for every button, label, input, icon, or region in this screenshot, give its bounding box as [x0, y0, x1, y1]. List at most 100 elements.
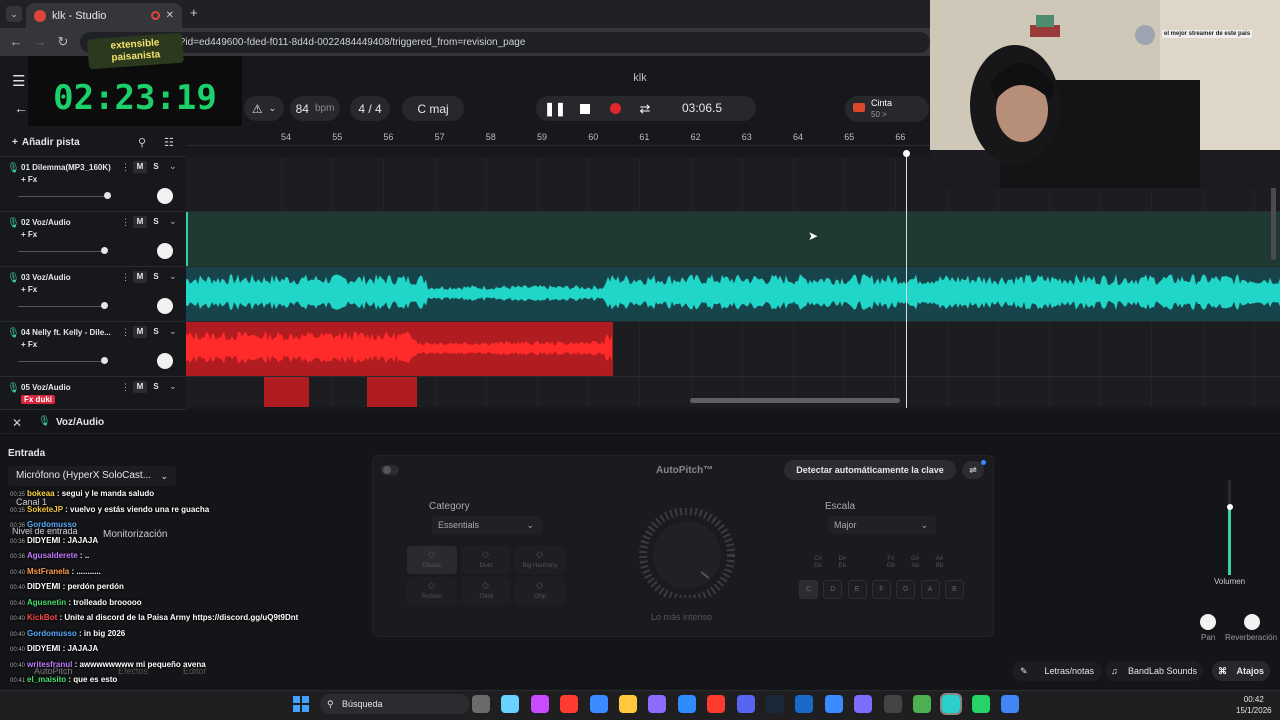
preset-button[interactable]: ◇ Chip [515, 577, 565, 605]
track-pan-knob[interactable] [157, 188, 173, 204]
autopitch-toggle[interactable] [381, 465, 399, 475]
scale-note-key[interactable]: C [799, 580, 818, 599]
tempo-control[interactable]: 84 bpm [290, 96, 340, 121]
category-select[interactable]: Essentials ⌄ [432, 516, 542, 534]
app-icon[interactable] [940, 693, 963, 715]
preset-button[interactable]: ◇ Big Harmony [515, 546, 565, 574]
audio-clip-track5-a[interactable] [264, 377, 309, 407]
fx-button[interactable]: Fx duki [21, 395, 56, 404]
key-selector[interactable]: C maj [402, 96, 464, 121]
edge-icon[interactable] [648, 695, 667, 713]
shortcuts-button[interactable]: ⌘ Atajos [1212, 661, 1270, 681]
track-lanes[interactable] [186, 157, 1280, 407]
track-header[interactable]: 🎙 05 Voz/Audio ⋮ M S ⌄ Fx duki [0, 377, 186, 410]
bandlab-sounds-button[interactable]: ♫ BandLab Sounds [1105, 661, 1203, 681]
accidental-key[interactable]: C# Db [808, 556, 828, 570]
solo-button[interactable]: S [149, 271, 163, 283]
fx-button[interactable]: + Fx [21, 175, 37, 184]
steam-icon[interactable] [736, 695, 755, 713]
tab-search-icon[interactable]: ⌄ [6, 6, 22, 22]
tape-effect-button[interactable]: Cinta 50 > [845, 96, 929, 122]
scale-note-key[interactable]: B [944, 580, 964, 599]
detect-key-button[interactable]: Detectar automáticamente la clave [784, 460, 956, 480]
taskbar-search[interactable]: ⚲ Búsqueda [320, 694, 470, 714]
stop-button[interactable] [573, 96, 597, 121]
scale-note-key[interactable]: A [920, 580, 940, 599]
track-header[interactable]: 🎙 01 Dilemma(MP3_160K) ⋮ M S ⌄ + Fx [0, 157, 186, 212]
pen-icon[interactable] [619, 695, 637, 713]
discord-icon[interactable] [707, 695, 726, 713]
chevron-down-icon[interactable]: ⌄ [169, 381, 177, 392]
add-track-button[interactable]: + Añadir pista [12, 137, 80, 148]
back-arrow-icon[interactable]: ← [14, 100, 28, 116]
whatsapp-icon[interactable] [971, 695, 990, 713]
loop-button[interactable]: ⇄ [633, 96, 657, 121]
audio-region-track4[interactable] [186, 322, 613, 376]
track-volume-handle[interactable] [101, 247, 108, 254]
back-icon[interactable]: ← [8, 34, 24, 50]
solo-button[interactable]: S [149, 216, 163, 228]
tuner-button[interactable]: ⚠ ⌄ [244, 96, 284, 121]
more-options-icon[interactable]: ⋮ [121, 382, 130, 393]
playhead-handle[interactable] [903, 150, 910, 157]
more-options-icon[interactable]: ⋮ [121, 217, 130, 228]
mute-button[interactable]: M [133, 381, 147, 393]
track-volume-handle[interactable] [104, 192, 111, 199]
new-tab-button[interactable]: + [190, 5, 198, 20]
accidental-key[interactable]: G# Ab [905, 556, 925, 570]
terminal-icon[interactable] [854, 695, 873, 713]
playhead[interactable] [906, 152, 907, 408]
track-header[interactable]: 🎙 02 Voz/Audio ⋮ M S ⌄ + Fx [0, 212, 186, 267]
browser-icon[interactable] [795, 695, 814, 713]
forward-icon[interactable]: → [32, 34, 48, 50]
preset-button[interactable]: ◇ Classic [407, 546, 457, 574]
microphone-select[interactable]: Micrófono (HyperX SoloCast... ⌄ [8, 466, 176, 486]
track-volume-handle[interactable] [101, 302, 108, 309]
accidental-key[interactable]: A# Bb [930, 556, 950, 570]
track-pan-knob[interactable] [157, 298, 173, 314]
scale-select[interactable]: Major ⌄ [828, 516, 936, 534]
chrome-canary-icon[interactable] [1001, 695, 1020, 713]
track-pan-knob[interactable] [157, 353, 173, 369]
scale-note-key[interactable]: E [847, 580, 867, 599]
track-header[interactable]: 🎙 04 Nelly ft. Kelly - Dile... ⋮ M S ⌄ + Fx [0, 322, 186, 377]
track-header[interactable]: 🎙 03 Voz/Audio ⋮ M S ⌄ + Fx [0, 267, 186, 322]
solo-button[interactable]: S [149, 381, 163, 393]
more-options-icon[interactable]: ⋮ [121, 162, 130, 173]
audio-clip-track5-b[interactable] [367, 377, 417, 407]
copilot-icon[interactable] [501, 695, 520, 713]
store-icon[interactable] [560, 695, 579, 713]
task-view-icon[interactable] [472, 695, 490, 713]
accidental-key[interactable]: F# Gb [881, 556, 901, 570]
scale-note-key[interactable]: D [823, 580, 843, 599]
windows-start-icon[interactable] [293, 696, 309, 712]
system-clock[interactable]: 00:42 15/1/2026 [1236, 694, 1272, 716]
preset-button[interactable]: ◇ Duet [461, 546, 511, 574]
mute-button[interactable]: M [133, 161, 147, 173]
obs-icon[interactable] [883, 695, 902, 713]
mute-button[interactable]: M [133, 216, 147, 228]
reload-icon[interactable]: ↻ [55, 34, 71, 50]
chevron-down-icon[interactable]: ⌄ [169, 271, 177, 282]
track-pan-knob[interactable] [157, 243, 173, 259]
record-button[interactable] [603, 96, 627, 121]
audio-region-track3[interactable] [186, 267, 1280, 321]
fx-button[interactable]: + Fx [21, 340, 37, 349]
solo-button[interactable]: S [149, 161, 163, 173]
chevron-down-icon[interactable]: ⌄ [169, 161, 177, 172]
chrome-icon[interactable] [913, 695, 931, 713]
close-panel-icon[interactable]: ✕ [12, 416, 22, 430]
pan-knob[interactable] [1200, 614, 1216, 630]
pause-button[interactable]: ❚❚ [543, 96, 567, 121]
chevron-down-icon[interactable]: ⌄ [169, 326, 177, 337]
preset-button[interactable]: ◇ Robotic [407, 577, 457, 605]
visual-studio-icon[interactable] [824, 695, 843, 713]
track-volume-slider[interactable] [18, 196, 106, 197]
fx-button[interactable]: + Fx [21, 285, 37, 294]
preset-button[interactable]: ◇ Third [461, 577, 511, 605]
volume-slider-handle[interactable] [1227, 504, 1233, 510]
lyrics-button[interactable]: ✎ Letras/notas [1012, 661, 1102, 681]
vscode-icon[interactable] [766, 695, 784, 713]
scale-note-key[interactable]: F [871, 580, 891, 599]
more-options-icon[interactable]: ⋮ [121, 272, 130, 283]
